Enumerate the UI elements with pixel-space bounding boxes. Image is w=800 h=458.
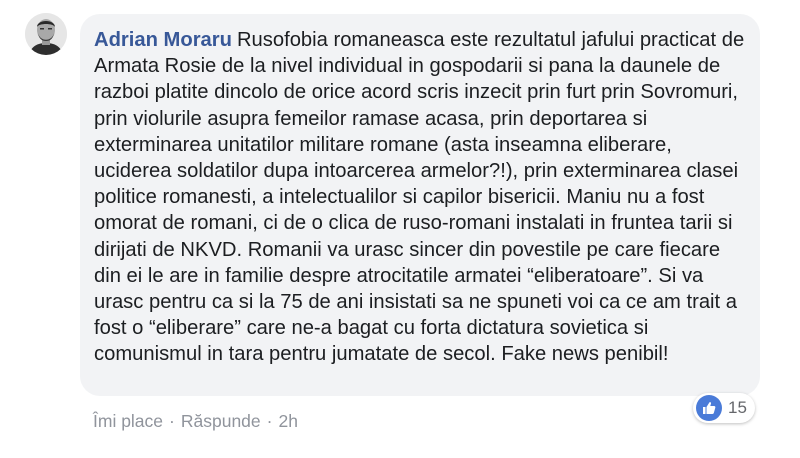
comment-body: Adrian Moraru Rusofobia romaneasca este r… — [94, 27, 746, 368]
timestamp[interactable]: 2h — [278, 411, 297, 432]
like-link[interactable]: Îmi place — [93, 411, 163, 432]
comment-text: Rusofobia romaneasca este rezultatul jaf… — [94, 29, 745, 366]
avatar-portrait — [25, 13, 67, 55]
reaction-summary[interactable]: 15 — [693, 393, 755, 423]
thumbs-up-icon — [696, 395, 722, 421]
comment-bubble: Adrian Moraru Rusofobia romaneasca este r… — [80, 14, 760, 396]
comment-actions: Îmi place · Răspunde · 2h — [93, 411, 298, 432]
reply-link[interactable]: Răspunde — [181, 411, 261, 432]
reaction-count: 15 — [728, 398, 747, 417]
comment: Adrian Moraru Rusofobia romaneasca este r… — [0, 0, 800, 458]
separator-dot: · — [266, 411, 273, 431]
avatar[interactable] — [25, 13, 67, 55]
separator-dot: · — [169, 411, 175, 431]
author-name[interactable]: Adrian Moraru — [94, 29, 232, 51]
